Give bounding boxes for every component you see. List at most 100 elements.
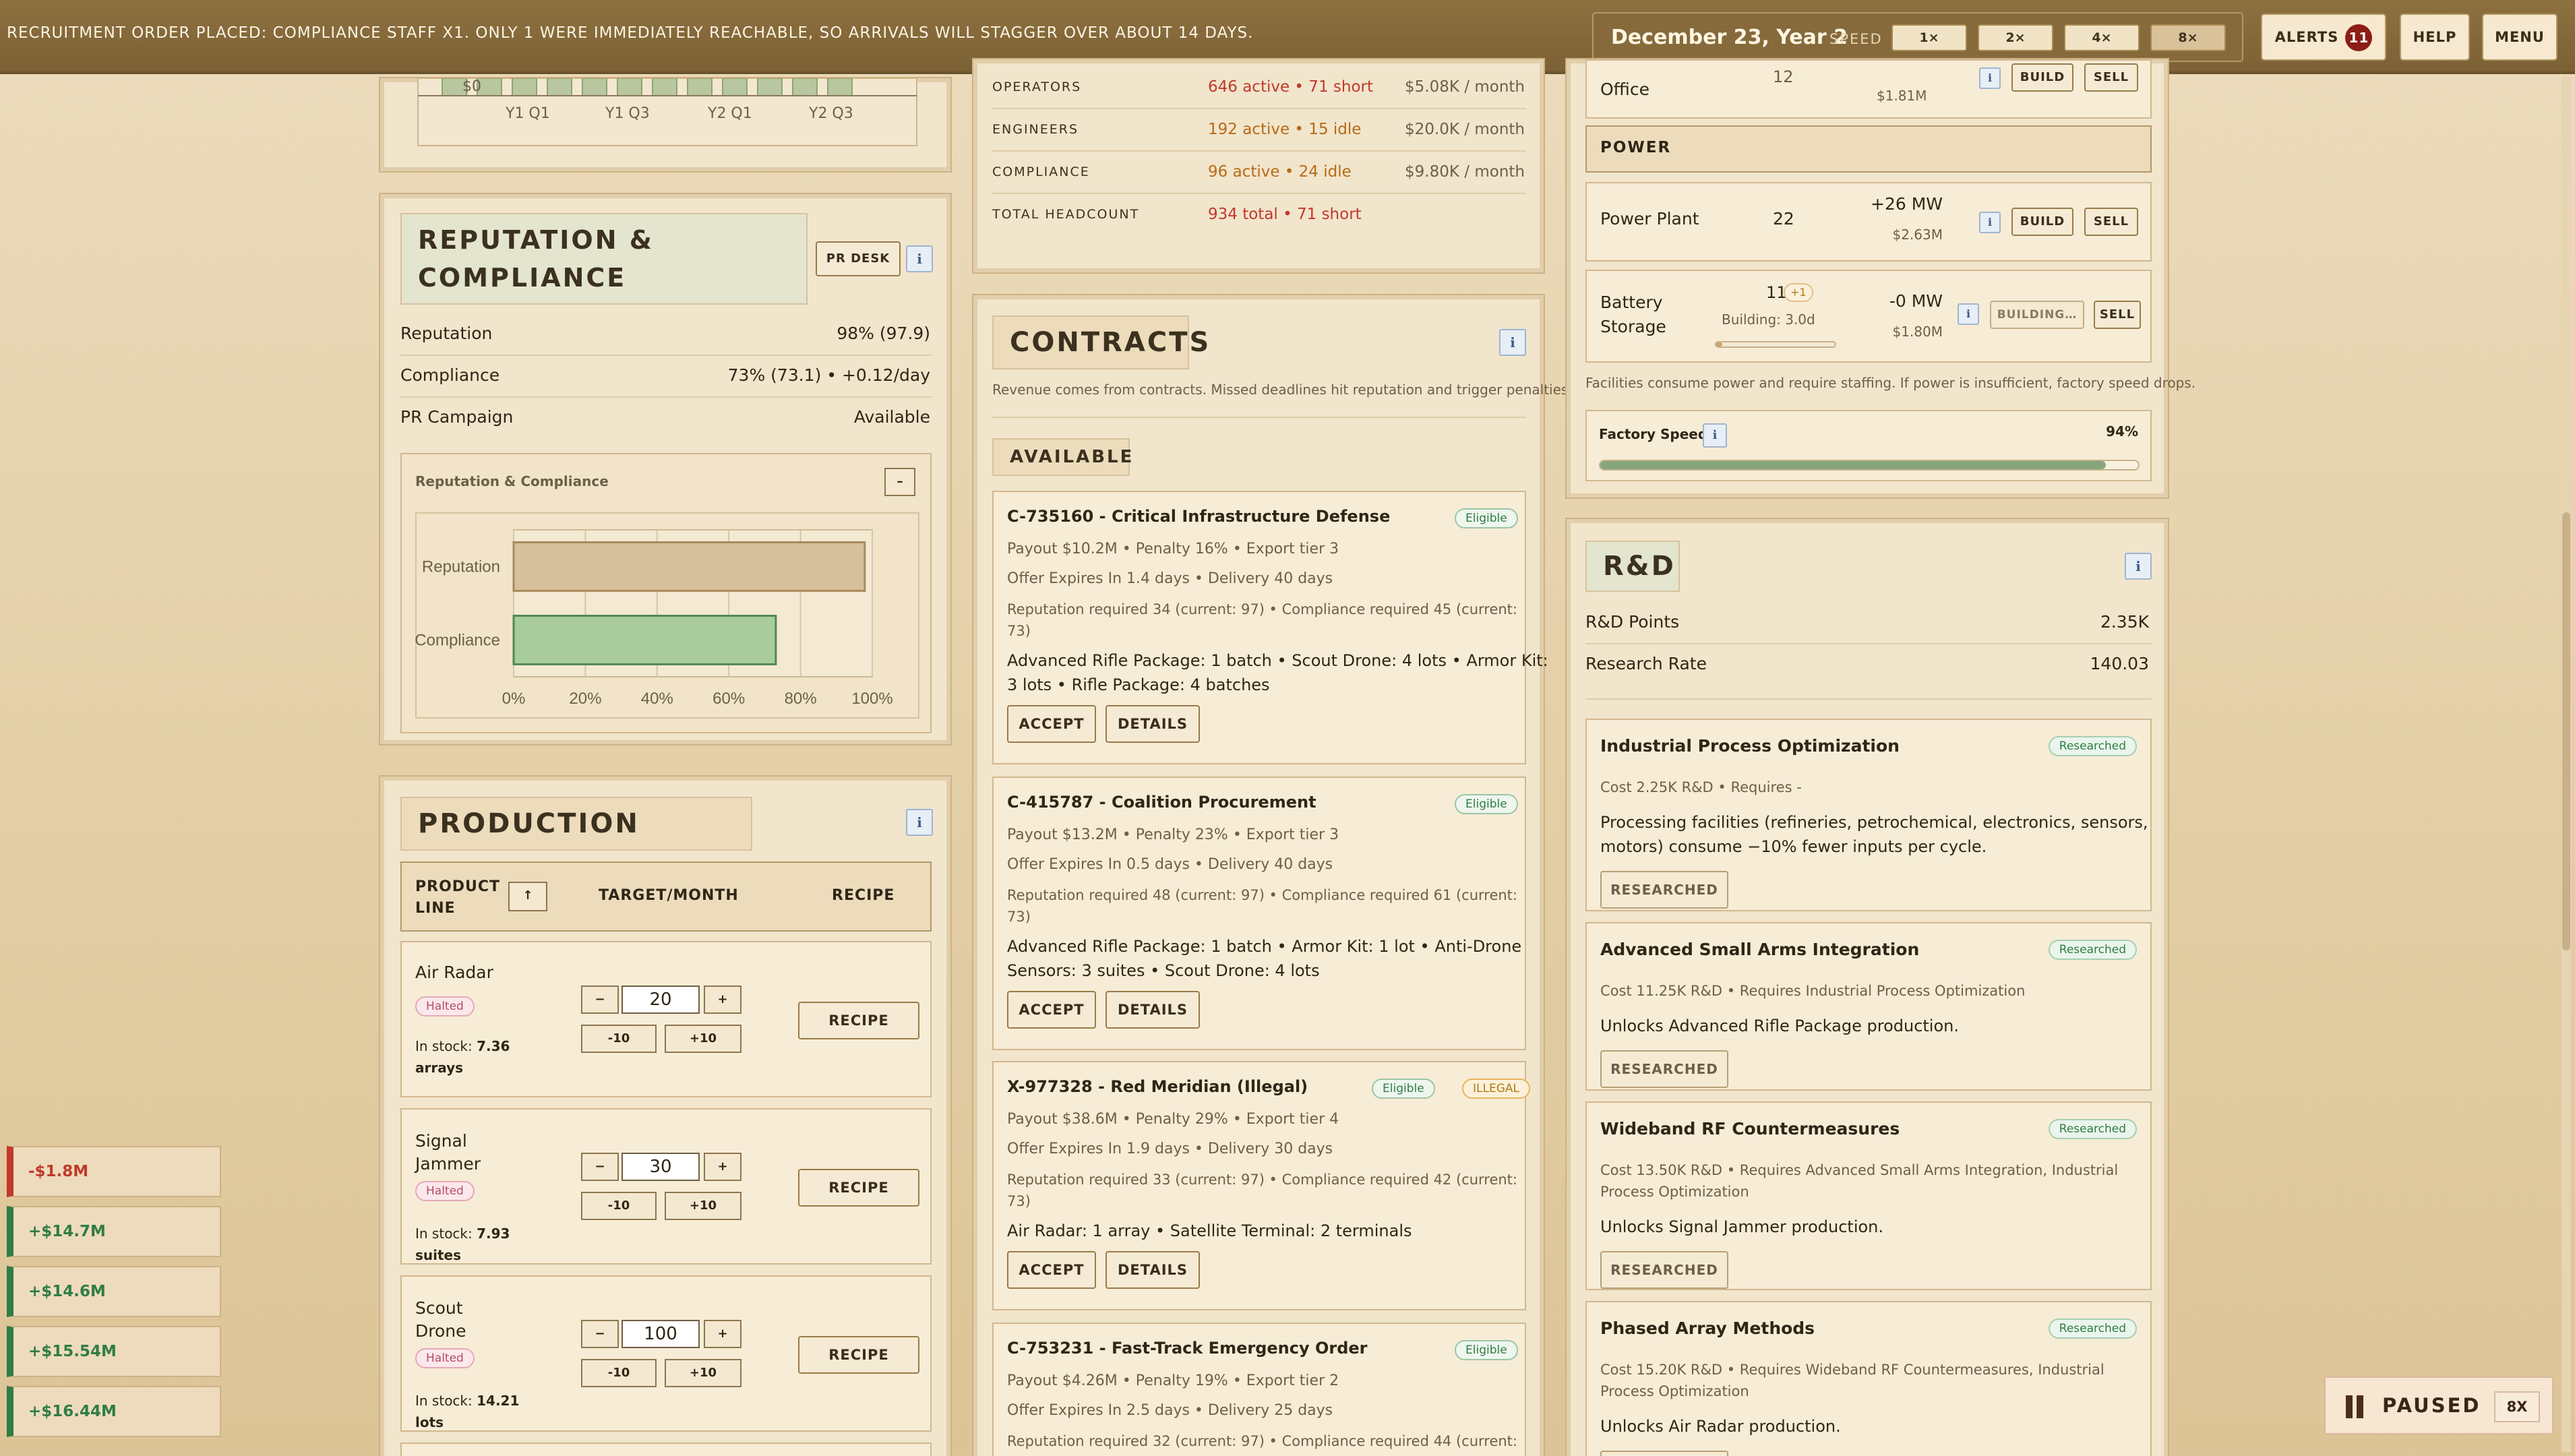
contracts-info-button[interactable]: i xyxy=(1499,329,1526,356)
contract-requirements: 73) xyxy=(1007,1193,1031,1209)
product-name: Signal Jammer xyxy=(415,1131,481,1174)
target-plus10-button[interactable]: +10 xyxy=(665,1192,741,1220)
finance-y-label: $0 xyxy=(462,78,481,95)
production-info-button[interactable]: i xyxy=(906,809,933,836)
recipe-button[interactable]: RECIPE xyxy=(798,1002,919,1039)
finance-bar xyxy=(617,78,642,96)
target-input[interactable]: 30 xyxy=(622,1153,700,1181)
compliance-label: Compliance xyxy=(400,365,500,385)
facility-battery-storage: Battery Storage 11 +1 Building: 3.0d -0 … xyxy=(1585,270,2152,363)
sell-button[interactable]: SELL xyxy=(2084,208,2138,236)
facility-count: 12 xyxy=(1773,67,1794,86)
contract-card: X-977328 - Red Meridian (Illegal) ILLEGA… xyxy=(992,1061,1530,1310)
product-line-row: Anti-Drone xyxy=(400,1443,932,1456)
reputation-info-button[interactable]: i xyxy=(906,245,933,272)
target-decrement-button[interactable]: − xyxy=(581,1153,619,1181)
finance-x-tick: Y1 Q3 xyxy=(605,105,650,122)
target-minus10-button[interactable]: -10 xyxy=(581,1359,657,1387)
research-rate-value: 140.03 xyxy=(2090,654,2149,673)
contract-payout: Payout $38.6M • Penalty 29% • Export tie… xyxy=(1007,1111,1339,1128)
target-decrement-button[interactable]: − xyxy=(581,1320,619,1348)
research-item: Wideband RF Countermeasures Researched C… xyxy=(1585,1101,2152,1290)
speed-1x-button[interactable]: 1× xyxy=(1891,24,1967,51)
accept-contract-button[interactable]: ACCEPT xyxy=(1007,1251,1096,1289)
pr-desk-button[interactable]: PR DESK xyxy=(816,241,901,276)
building-status: Building: 3.0d xyxy=(1722,311,1815,328)
notification-banner: RECRUITMENT ORDER PLACED: COMPLIANCE STA… xyxy=(7,24,1254,42)
status-badge: Halted xyxy=(415,1348,475,1368)
research-item: Phased Array Methods Researched Cost 15.… xyxy=(1585,1301,2152,1456)
contract-details-button[interactable]: DETAILS xyxy=(1105,1251,1200,1289)
research-rate-label: Research Rate xyxy=(1585,654,1707,673)
divider xyxy=(992,150,1526,152)
speed-4x-button[interactable]: 4× xyxy=(2064,24,2140,51)
facility-info-button[interactable]: i xyxy=(1979,212,2001,233)
speed-2x-button[interactable]: 2× xyxy=(1978,24,2053,51)
researched-button: RESEARCHED xyxy=(1600,1251,1728,1289)
stock-info: In stock: 14.21 lots xyxy=(415,1393,520,1430)
target-minus10-button[interactable]: -10 xyxy=(581,1025,657,1053)
target-input[interactable]: 20 xyxy=(622,985,700,1014)
money-toast: -$1.8M xyxy=(7,1146,221,1197)
speed-8x-button[interactable]: 8× xyxy=(2150,24,2226,51)
sell-button[interactable]: SELL xyxy=(2094,301,2141,329)
facility-output: +26 MW xyxy=(1871,194,1943,214)
target-plus10-button[interactable]: +10 xyxy=(665,1359,741,1387)
contract-requirements: 73) xyxy=(1007,909,1031,925)
target-increment-button[interactable]: + xyxy=(704,985,741,1014)
rd-title: R&D xyxy=(1585,541,1680,592)
staff-status: 96 active • 24 idle xyxy=(1208,163,1352,181)
sell-button[interactable]: SELL xyxy=(2084,63,2138,92)
rd-description: Unlocks Advanced Rifle Package productio… xyxy=(1600,1017,1959,1035)
scrollbar-thumb[interactable] xyxy=(2562,512,2570,950)
build-button[interactable]: BUILD xyxy=(2011,208,2073,236)
alerts-button[interactable]: ALERTS 11 xyxy=(2261,13,2386,61)
recipe-button[interactable]: RECIPE xyxy=(798,1169,919,1207)
target-input[interactable]: 100 xyxy=(622,1320,700,1348)
stock-info: In stock: 7.36 arrays xyxy=(415,1038,510,1076)
facility-power-plant: Power Plant 22 +26 MW $2.63M i BUILD SEL… xyxy=(1585,182,2152,262)
chart-x-tick: 60% xyxy=(713,690,745,708)
alerts-count-badge: 11 xyxy=(2345,24,2373,51)
pause-speed-button[interactable]: 8X xyxy=(2494,1391,2540,1422)
contract-timing: Offer Expires In 0.5 days • Delivery 40 … xyxy=(1007,856,1333,873)
staff-role-label: ENGINEERS xyxy=(992,122,1079,137)
rd-item-title: Industrial Process Optimization xyxy=(1600,736,1900,756)
target-decrement-button[interactable]: − xyxy=(581,985,619,1014)
research-item: Advanced Small Arms Integration Research… xyxy=(1585,922,2152,1091)
contract-requirements: Reputation required 33 (current: 97) • C… xyxy=(1007,1172,1517,1188)
rd-info-button[interactable]: i xyxy=(2125,553,2152,580)
recipe-button[interactable]: RECIPE xyxy=(798,1336,919,1374)
build-progress-bar xyxy=(1715,341,1836,348)
build-button[interactable]: BUILD xyxy=(2011,63,2073,92)
contract-badge: Eligible xyxy=(1455,1340,1518,1360)
facility-info-button[interactable]: i xyxy=(1958,303,1979,325)
contract-goods: Advanced Rifle Package: 1 batch • Armor … xyxy=(1007,937,1522,956)
target-increment-button[interactable]: + xyxy=(704,1320,741,1348)
rd-cost: Cost 15.20K R&D • Requires Wideband RF C… xyxy=(1600,1362,2104,1378)
date-speed-group: December 23, Year 2 SPEED 1× 2× 4× 8× xyxy=(1592,12,2243,62)
researched-badge: Researched xyxy=(2048,736,2137,756)
menu-button[interactable]: MENU xyxy=(2482,13,2557,61)
contract-badge: ILLEGAL xyxy=(1462,1079,1530,1099)
divider xyxy=(1585,698,2152,700)
accept-contract-button[interactable]: ACCEPT xyxy=(1007,991,1096,1029)
rd-item-title: Wideband RF Countermeasures xyxy=(1600,1119,1900,1139)
factory-speed-info-button[interactable]: i xyxy=(1703,423,1727,448)
help-button[interactable]: HELP xyxy=(2400,13,2470,61)
facility-info-button[interactable]: i xyxy=(1979,67,2001,89)
staff-status: 934 total • 71 short xyxy=(1208,206,1362,223)
finance-panel: $0 Y1 Q1 Y1 Q3 Y2 Q1 Y2 Q3 xyxy=(379,77,952,173)
pause-indicator[interactable]: PAUSED 8X xyxy=(2324,1376,2553,1434)
contract-details-button[interactable]: DETAILS xyxy=(1105,991,1200,1029)
production-panel: PRODUCTION PLANNING i PRODUCT LINE ↑ TAR… xyxy=(379,775,952,1456)
target-plus10-button[interactable]: +10 xyxy=(665,1025,741,1053)
target-increment-button[interactable]: + xyxy=(704,1153,741,1181)
target-minus10-button[interactable]: -10 xyxy=(581,1192,657,1220)
sort-up-icon[interactable]: ↑ xyxy=(508,882,547,911)
contract-timing: Offer Expires In 1.4 days • Delivery 40 … xyxy=(1007,570,1333,587)
contract-details-button[interactable]: DETAILS xyxy=(1105,705,1200,743)
rd-panel: R&D i R&D Points 2.35K Research Rate 140… xyxy=(1565,518,2169,1456)
accept-contract-button[interactable]: ACCEPT xyxy=(1007,705,1096,743)
rd-item-title: Phased Array Methods xyxy=(1600,1318,1815,1338)
